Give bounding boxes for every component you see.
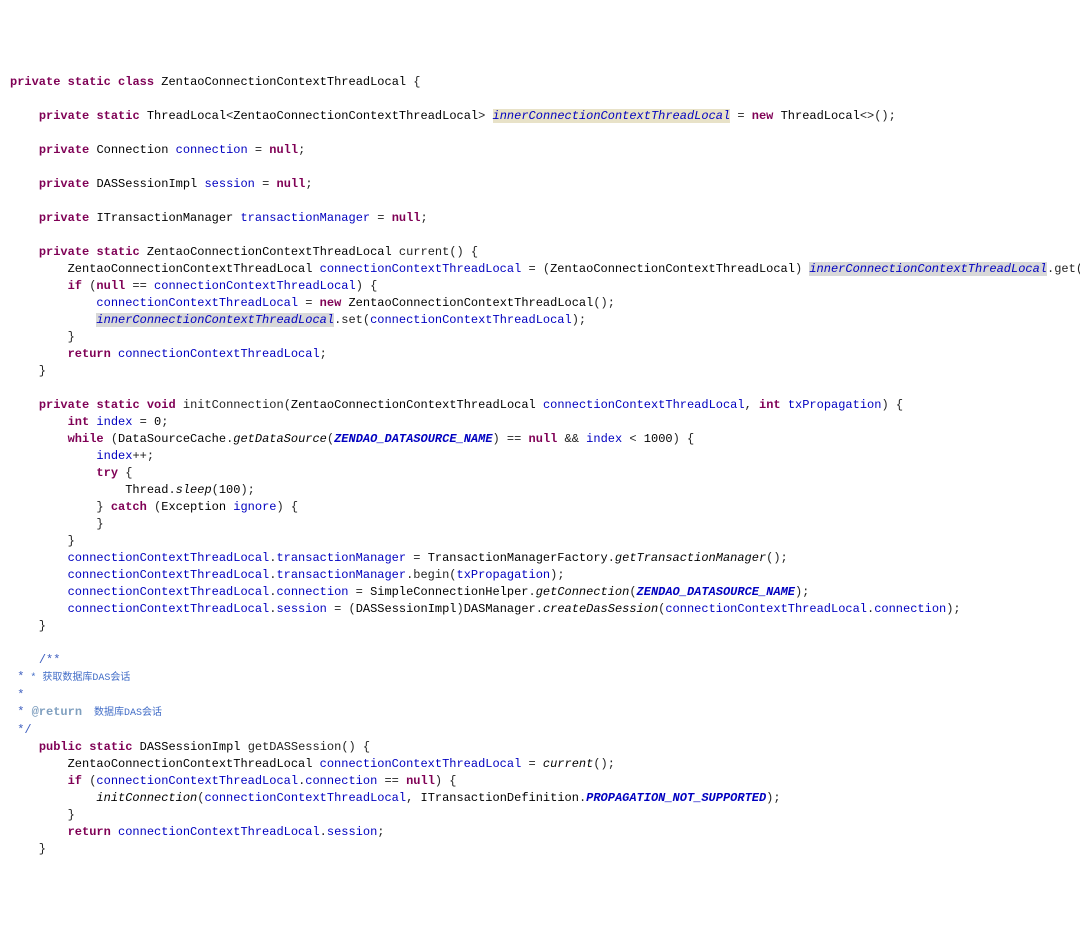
field-highlight: innerConnectionContextThreadLocal xyxy=(96,313,334,327)
method-current: current xyxy=(399,245,449,259)
keyword-static: static xyxy=(68,75,111,89)
field-session: session xyxy=(204,177,254,191)
const-datasource: ZENDAO_DATASOURCE_NAME xyxy=(334,432,492,446)
keyword-class: class xyxy=(118,75,154,89)
method-initConnection: initConnection xyxy=(183,398,284,412)
javadoc-return-text: 数据库DAS会话 xyxy=(82,708,162,719)
const-propagation: PROPAGATION_NOT_SUPPORTED xyxy=(586,791,766,805)
method-getDASSession: getDASSession xyxy=(248,740,342,754)
javadoc-return-tag: @return xyxy=(32,705,82,719)
keyword-private: private xyxy=(10,75,60,89)
javadoc-open: /** xyxy=(39,653,61,667)
field-connection: connection xyxy=(176,143,248,157)
javadoc-close: */ xyxy=(10,723,32,737)
type-name: ZentaoConnectionContextThreadLocal xyxy=(161,75,406,89)
field-txmgr: transactionManager xyxy=(240,211,370,225)
javadoc-line1: * 获取数据库DAS会话 xyxy=(24,673,130,684)
field-highlight: innerConnectionContextThreadLocal xyxy=(809,262,1047,276)
field-highlight: innerConnectionContextThreadLocal xyxy=(493,109,731,123)
code-block: private static class ZentaoConnectionCon… xyxy=(10,74,1080,858)
